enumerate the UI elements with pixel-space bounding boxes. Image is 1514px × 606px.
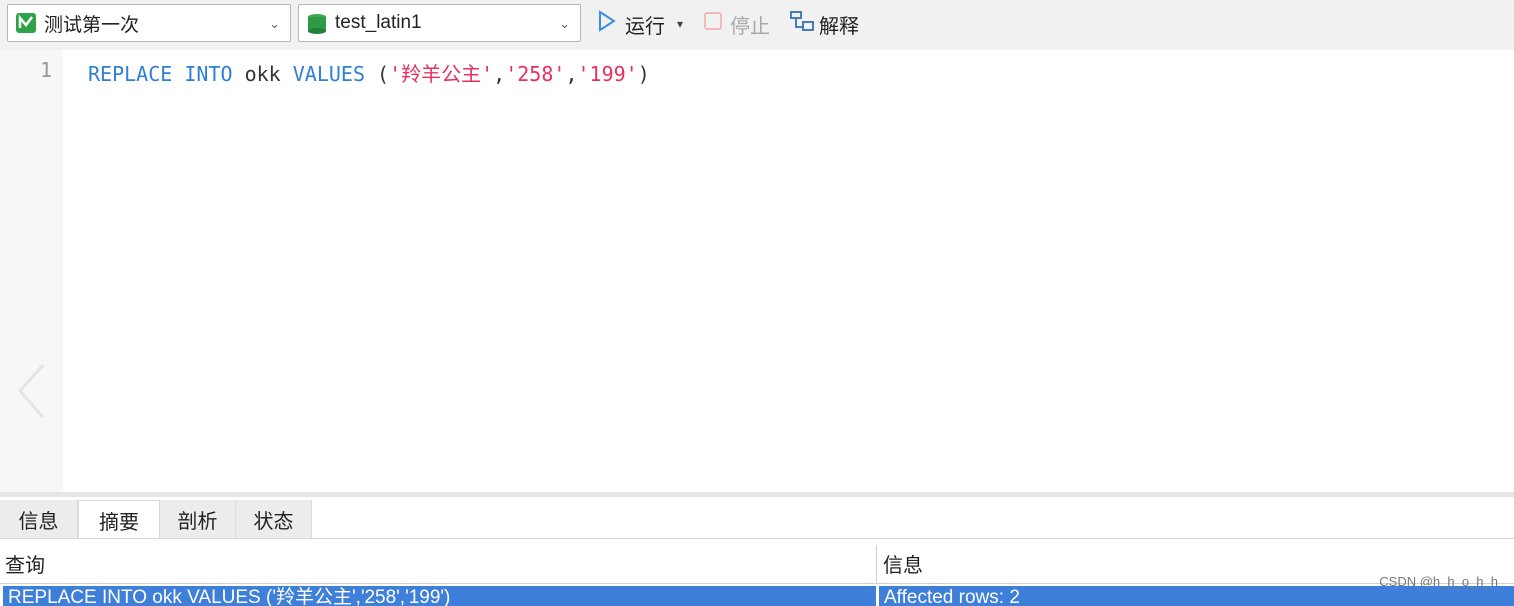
run-button[interactable]: 运行 ▾ xyxy=(597,10,683,38)
string-literal-2: '258' xyxy=(505,62,566,86)
play-icon xyxy=(597,10,617,38)
chevron-down-icon: ⌄ xyxy=(559,16,570,31)
explain-button[interactable]: 解释 xyxy=(790,10,859,38)
chevron-down-icon: ⌄ xyxy=(269,16,280,31)
keyword-into: INTO xyxy=(184,62,233,86)
string-literal-1: '羚羊公主' xyxy=(389,62,494,86)
open-paren: ( xyxy=(377,62,390,86)
tab-info[interactable]: 信息 xyxy=(0,500,78,539)
chevron-left-icon[interactable] xyxy=(16,362,46,420)
string-literal-3: '199' xyxy=(577,62,638,86)
tab-summary[interactable]: 摘要 xyxy=(78,500,160,539)
database-name: test_latin1 xyxy=(335,12,422,33)
database-icon xyxy=(307,13,327,34)
code-line[interactable]: REPLACE INTO okk VALUES ('羚羊公主','258','1… xyxy=(88,58,650,87)
tab-profile[interactable]: 剖析 xyxy=(160,500,236,539)
toolbar: 测试第一次 ⌄ test_latin1 ⌄ 运行 ▾ 停止 解释 xyxy=(0,0,1514,50)
line-number: 1 xyxy=(40,58,53,82)
header-divider xyxy=(0,583,1514,584)
column-divider[interactable] xyxy=(876,545,877,583)
stop-button[interactable]: 停止 xyxy=(704,10,770,38)
keyword-values: VALUES xyxy=(292,62,365,86)
connection-name: 测试第一次 xyxy=(44,14,140,36)
table-name: okk xyxy=(244,62,281,86)
keyword-replace: REPLACE xyxy=(88,62,173,86)
close-paren: ) xyxy=(637,62,650,86)
run-dropdown-icon[interactable]: ▾ xyxy=(677,17,683,31)
connection-select[interactable]: 测试第一次 ⌄ xyxy=(7,4,291,42)
result-table: 查询 信息 REPLACE INTO okk VALUES ('羚羊公主','2… xyxy=(0,539,1514,606)
line-gutter: 1 xyxy=(0,50,63,492)
run-label: 运行 xyxy=(625,15,665,38)
tab-status[interactable]: 状态 xyxy=(236,500,312,539)
result-tabs: 信息 摘要 剖析 状态 xyxy=(0,497,1514,539)
stop-icon xyxy=(704,12,722,36)
explain-label: 解释 xyxy=(819,15,859,38)
connection-icon xyxy=(16,13,36,33)
sql-editor[interactable]: 1 REPLACE INTO okk VALUES ('羚羊公主','258',… xyxy=(0,50,1514,492)
comma: , xyxy=(565,62,578,86)
table-cell-query[interactable]: REPLACE INTO okk VALUES ('羚羊公主','258','1… xyxy=(3,586,876,606)
stop-label: 停止 xyxy=(730,15,770,38)
database-select[interactable]: test_latin1 ⌄ xyxy=(298,4,581,42)
watermark: CSDN @h_h_o_h_h xyxy=(1379,574,1498,589)
comma: , xyxy=(493,62,506,86)
table-cell-info[interactable]: Affected rows: 2 xyxy=(879,586,1514,606)
column-header-query[interactable]: 查询 xyxy=(0,547,875,585)
explain-icon xyxy=(790,10,814,38)
